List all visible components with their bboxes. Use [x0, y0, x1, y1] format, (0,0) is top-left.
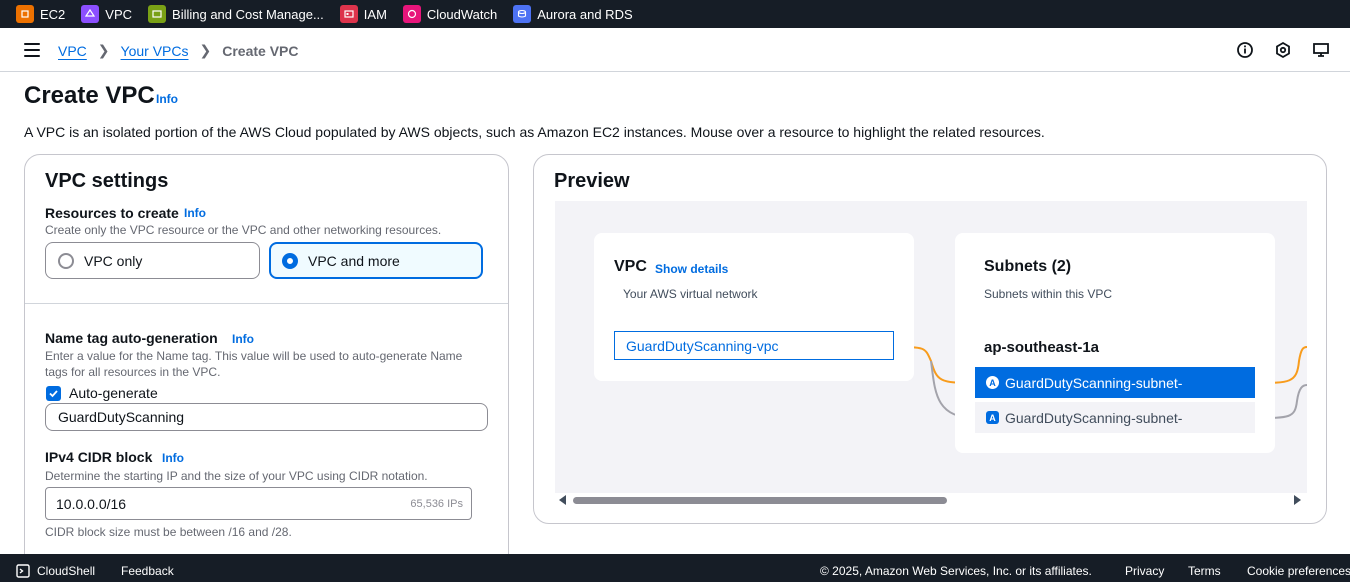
- radio-vpc-only[interactable]: VPC only: [45, 242, 260, 279]
- page-description: A VPC is an isolated portion of the AWS …: [24, 124, 1045, 140]
- preview-panel: Preview VPC Show details Your AWS virtua…: [533, 154, 1327, 524]
- show-details-link[interactable]: Show details: [655, 262, 728, 276]
- copyright-text: © 2025, Amazon Web Services, Inc. or its…: [820, 564, 1092, 578]
- cloudshell-link[interactable]: CloudShell: [37, 564, 95, 578]
- breadcrumb-your-vpcs[interactable]: Your VPCs: [121, 43, 189, 59]
- info-icon[interactable]: [1236, 41, 1254, 59]
- chevron-right-icon: ❯: [97, 42, 110, 58]
- menu-icon[interactable]: [24, 43, 40, 57]
- auto-generate-checkbox[interactable]: [46, 386, 61, 401]
- vpc-preview-subtitle: Your AWS virtual network: [623, 287, 758, 301]
- az-badge-icon: A: [986, 411, 999, 424]
- title-info-link[interactable]: Info: [156, 92, 178, 106]
- radio-vpc-and-more[interactable]: VPC and more: [269, 242, 483, 279]
- resources-label: Resources to create: [45, 205, 179, 221]
- cidr-ip-count: 65,536 IPs: [410, 498, 463, 510]
- chevron-right-icon: ❯: [199, 42, 212, 58]
- divider: [25, 303, 508, 304]
- resources-info-link[interactable]: Info: [184, 206, 206, 220]
- cookie-preferences-link[interactable]: Cookie preferences: [1247, 564, 1350, 578]
- favorite-ec2[interactable]: EC2: [16, 5, 65, 23]
- vpc-preview-box: VPC Show details Your AWS virtual networ…: [594, 233, 914, 381]
- preview-diagram: VPC Show details Your AWS virtual networ…: [555, 201, 1307, 493]
- cidr-description: Determine the starting IP and the size o…: [45, 469, 428, 483]
- display-icon[interactable]: [1312, 41, 1330, 59]
- privacy-link[interactable]: Privacy: [1125, 564, 1164, 578]
- favorite-vpc[interactable]: VPC: [81, 5, 132, 23]
- subnets-preview-box: Subnets (2) Subnets within this VPC ap-s…: [955, 233, 1275, 453]
- resources-description: Create only the VPC resource or the VPC …: [45, 223, 442, 237]
- scroll-left-icon[interactable]: [559, 495, 566, 505]
- cidr-info-link[interactable]: Info: [162, 451, 184, 465]
- billing-icon: [148, 5, 167, 23]
- page-title: Create VPC: [24, 82, 155, 109]
- name-tag-description-2: tags for all resources in the VPC.: [45, 365, 221, 379]
- subnet-node-1[interactable]: A GuardDutyScanning-subnet-: [975, 367, 1255, 398]
- auto-generate-label: Auto-generate: [69, 385, 158, 401]
- ec2-icon: [16, 5, 34, 23]
- favorite-iam[interactable]: IAM: [339, 5, 387, 23]
- cidr-input[interactable]: 10.0.0.0/16 65,536 IPs: [45, 487, 472, 520]
- subnets-preview-subtitle: Subnets within this VPC: [984, 287, 1113, 301]
- radio-selected: [282, 252, 298, 269]
- iam-icon: [339, 5, 358, 23]
- vpc-settings-heading: VPC settings: [45, 170, 169, 192]
- vpc-settings-panel: VPC settings Resources to create Info Cr…: [24, 154, 509, 574]
- radio-unselected: [58, 252, 74, 269]
- favorite-cloudwatch[interactable]: CloudWatch: [402, 5, 497, 23]
- scroll-right-icon[interactable]: [1294, 495, 1301, 505]
- check-icon: [49, 390, 58, 398]
- feedback-link[interactable]: Feedback: [121, 564, 174, 578]
- rds-icon: [513, 5, 532, 23]
- subnet-node-2[interactable]: A GuardDutyScanning-subnet-: [975, 402, 1255, 433]
- scroll-thumb[interactable]: [573, 497, 947, 504]
- preview-heading: Preview: [554, 170, 630, 192]
- settings-hexagon-icon[interactable]: [1274, 41, 1292, 59]
- preview-horizontal-scrollbar[interactable]: [555, 493, 1307, 507]
- vpc-icon: [81, 5, 100, 23]
- cloudshell-icon[interactable]: [16, 564, 30, 578]
- subnets-preview-title: Subnets (2): [984, 258, 1072, 275]
- name-tag-label: Name tag auto-generation: [45, 330, 218, 346]
- favorite-billing[interactable]: Billing and Cost Manage...: [148, 5, 324, 23]
- terms-link[interactable]: Terms: [1188, 564, 1221, 578]
- cidr-constraint: CIDR block size must be between /16 and …: [45, 525, 292, 539]
- vpc-preview-title: VPC: [614, 258, 647, 275]
- cloudwatch-icon: [402, 5, 421, 23]
- cidr-label: IPv4 CIDR block: [45, 449, 153, 465]
- page-header: VPC ❯ Your VPCs ❯ Create VPC: [0, 28, 1350, 72]
- favorites-bar: EC2 VPC Billing and Cost Manage... IAM C…: [0, 0, 1350, 28]
- name-tag-input[interactable]: GuardDutyScanning: [45, 403, 488, 431]
- breadcrumb-current: Create VPC: [222, 42, 299, 59]
- name-tag-info-link[interactable]: Info: [232, 332, 254, 346]
- breadcrumb: VPC ❯ Your VPCs ❯ Create VPC: [58, 42, 299, 59]
- favorite-aurora-rds[interactable]: Aurora and RDS: [513, 5, 633, 23]
- az-badge-icon: A: [986, 376, 999, 389]
- availability-zone-label: ap-southeast-1a: [984, 339, 1100, 356]
- footer-bar: CloudShell Feedback © 2025, Amazon Web S…: [0, 554, 1350, 582]
- vpc-name-node[interactable]: GuardDutyScanning-vpc: [614, 331, 894, 360]
- breadcrumb-vpc[interactable]: VPC: [58, 43, 87, 59]
- name-tag-description-1: Enter a value for the Name tag. This val…: [45, 349, 463, 363]
